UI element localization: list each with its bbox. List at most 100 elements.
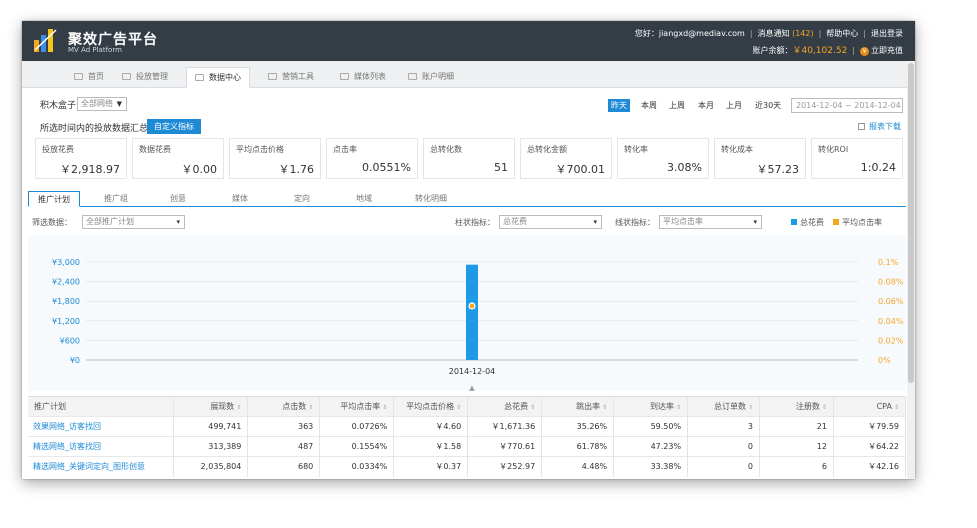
bar-spend (466, 264, 478, 360)
notice-count: (142) (792, 29, 814, 38)
col-cpc[interactable]: 平均点击价格 ⇕ (393, 396, 469, 417)
scrollbar-thumb[interactable] (908, 63, 914, 383)
metric-card: 总转化金额 ￥700.01 (520, 138, 612, 179)
greeting: 您好：jiangxd@mediav.com (634, 29, 745, 38)
table-cell: 499,741 (173, 416, 249, 437)
metric-card: 点击率 0.0551% (326, 138, 418, 179)
sort-icon: ⇕ (893, 404, 899, 411)
range-last-month[interactable]: 上月 (723, 99, 745, 112)
sort-icon: ⇕ (308, 404, 314, 411)
chevron-down-icon: ▾ (753, 218, 757, 226)
y-left-tick: ¥600 (60, 336, 80, 345)
y-right-tick: 0.08% (878, 278, 904, 287)
tab-region[interactable]: 地域 (338, 191, 390, 207)
user-links: 您好：jiangxd@mediav.com | 消息通知 (142) | 帮助中心 | 退出… (634, 29, 903, 38)
coin-icon: ￥ (860, 47, 869, 56)
y-right-tick: 0% (878, 356, 891, 365)
y-left-tick: ¥1,200 (52, 317, 80, 326)
ads-icon (122, 73, 131, 80)
chevron-down-icon: ▼ (116, 100, 122, 108)
col-registrations[interactable]: 注册数 ⇕ (759, 396, 834, 417)
table-cell: 487 (247, 436, 321, 457)
col-campaign[interactable]: 推广计划 (28, 396, 175, 417)
scrollbar[interactable] (907, 61, 915, 479)
network-select[interactable]: 全部网络 ▼ (77, 97, 127, 111)
chevron-down-icon: ▾ (593, 218, 597, 226)
table-cell: ￥1,671.36 (467, 416, 543, 437)
metric-card: 总转化数 51 (423, 138, 515, 179)
tab-creative[interactable]: 创意 (152, 191, 204, 207)
filter-label: 筛选数据： (32, 218, 72, 227)
tab-conversion-detail[interactable]: 转化明细 (400, 191, 462, 207)
balance-line: 账户余额：￥40,102.52 | ￥ 立即充值 (752, 46, 903, 56)
table-cell: 680 (247, 456, 321, 477)
table-cell: ￥64.22 (833, 436, 907, 457)
summary-bar: 所选时间内的投放数据汇总 自定义指标 报表下载 (22, 118, 915, 134)
logout-link[interactable]: 退出登录 (871, 29, 903, 38)
y-right-tick: 0.1% (878, 258, 899, 267)
notice-link[interactable]: 消息通知 (142) (758, 29, 814, 38)
range-yesterday[interactable]: 昨天 (608, 99, 630, 112)
tab-media[interactable]: 媒体列表 (332, 67, 394, 88)
y-left-tick: ¥0 (70, 356, 80, 365)
download-report-link[interactable]: 报表下载 (858, 121, 901, 132)
range-30-days[interactable]: 近30天 (752, 99, 784, 112)
campaign-filter-select[interactable]: 全部推广计划 ▾ (82, 215, 185, 229)
tab-media-dim[interactable]: 媒体 (214, 191, 266, 207)
account-label: 积木盒子 (40, 101, 77, 111)
table-cell: 47.23% (613, 436, 689, 457)
tab-tools[interactable]: 营销工具 (260, 67, 322, 88)
campaign-link[interactable]: 精选网络_访客找回 (28, 436, 175, 457)
table-cell: ￥42.16 (833, 456, 907, 477)
download-icon (858, 123, 865, 130)
brand-subtitle: MV Ad Platform (68, 46, 122, 54)
col-impressions[interactable]: 展现数 ⇕ (173, 396, 249, 417)
tab-home[interactable]: 首页 (66, 67, 112, 88)
tab-account[interactable]: 账户明细 (400, 67, 462, 88)
bar-metric-select[interactable]: 总花费 ▾ (499, 215, 602, 229)
tab-ads[interactable]: 投放管理 (114, 67, 176, 88)
col-arrival[interactable]: 到达率 ⇕ (613, 396, 689, 417)
date-range-input[interactable]: 2014-12-04 ~ 2014-12-04 (791, 98, 903, 113)
legend-line: 平均点击率 (833, 217, 882, 228)
tab-targeting[interactable]: 定向 (276, 191, 328, 207)
help-link[interactable]: 帮助中心 (826, 29, 858, 38)
table-cell: 0.0334% (319, 456, 395, 477)
col-bounce[interactable]: 跳出率 ⇕ (541, 396, 615, 417)
table-cell: 59.50% (613, 416, 689, 437)
campaign-link[interactable]: 精选网络_关键词定向_图形创意 (28, 456, 175, 477)
table-row: 效果网络_访客找回 499,741 363 0.0726% ￥4.60 ￥1,671.36… (28, 416, 907, 437)
metric-card: 投放花费 ￥2,918.97 (35, 138, 127, 179)
line-metric-label: 线状指标： (615, 218, 655, 227)
sort-icon: ⇕ (821, 404, 827, 411)
col-clicks[interactable]: 点击数 ⇕ (247, 396, 321, 417)
range-this-week[interactable]: 本周 (638, 99, 660, 112)
custom-metrics-button[interactable]: 自定义指标 (147, 119, 201, 134)
chart-filters: 筛选数据： 全部推广计划 ▾ 柱状指标： 总花费 ▾ 线状指标： 平均点击率 ▾ 总花… (28, 213, 906, 231)
tab-data-center[interactable]: 数据中心 (186, 67, 250, 88)
recharge-link[interactable]: ￥ 立即充值 (860, 46, 903, 56)
campaign-table: 推广计划 展现数 ⇕ 点击数 ⇕ 平均点击率 ⇕ 平均点击价格 ⇕ 总花费 ⇕ 跳出率 ⇕ … (28, 396, 907, 477)
campaign-link[interactable]: 效果网络_访客找回 (28, 416, 175, 437)
logo-icon (34, 29, 57, 52)
dimension-tabs: 推广计划 推广组 创意 媒体 定向 地域 转化明细 (28, 191, 906, 207)
y-right-tick: 0.06% (878, 297, 904, 306)
col-cpa[interactable]: CPA ⇕ (833, 396, 907, 417)
balance-value: ￥40,102.52 (792, 46, 848, 56)
line-metric-select[interactable]: 平均点击率 ▾ (659, 215, 762, 229)
y-left-tick: ¥2,400 (52, 278, 80, 287)
col-spend[interactable]: 总花费 ⇕ (467, 396, 543, 417)
chart-area: ¥3,000 0.1% ¥2,400 0.08% ¥1,800 0.06% ¥1,200 0.… (28, 235, 906, 391)
range-last-week[interactable]: 上周 (666, 99, 688, 112)
col-orders[interactable]: 总订单数 ⇕ (687, 396, 761, 417)
table-cell: 61.78% (541, 436, 615, 457)
range-this-month[interactable]: 本月 (695, 99, 717, 112)
metric-card: 转化率 3.08% (617, 138, 709, 179)
table-cell: 0.1554% (319, 436, 395, 457)
tab-adgroup[interactable]: 推广组 (90, 191, 142, 207)
col-ctr[interactable]: 平均点击率 ⇕ (319, 396, 395, 417)
table-cell: ￥252.97 (467, 456, 543, 477)
tab-campaign[interactable]: 推广计划 (28, 191, 80, 207)
sort-icon: ⇕ (456, 404, 462, 411)
metric-card: 转化成本 ￥57.23 (714, 138, 806, 179)
